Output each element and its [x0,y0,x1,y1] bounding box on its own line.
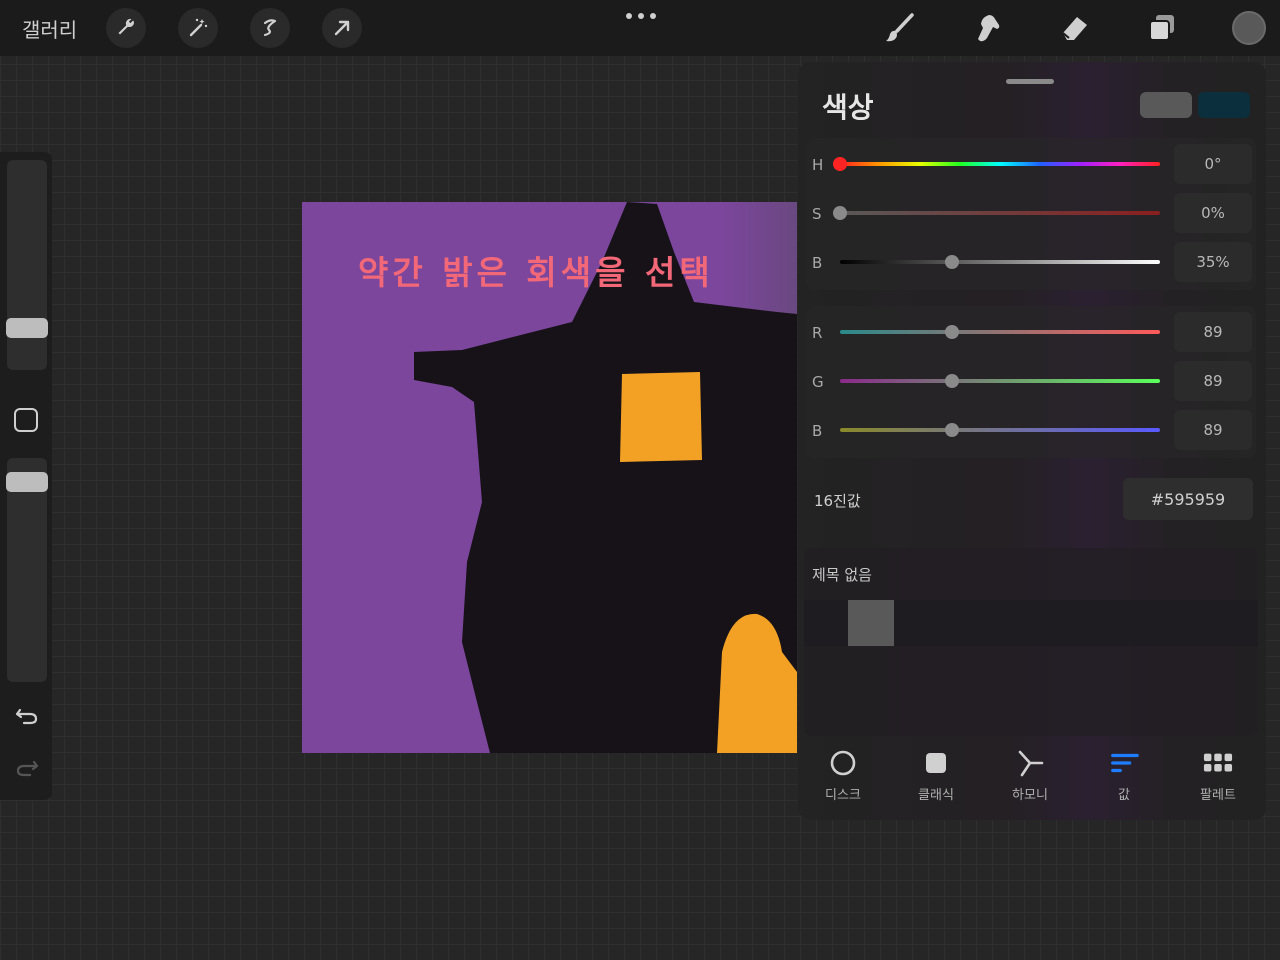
tab-harmony[interactable]: 하모니 [995,748,1065,803]
actions-button[interactable] [106,8,146,48]
panel-grabber[interactable] [1006,79,1054,84]
previous-color-swatch[interactable] [1198,92,1250,118]
brightness-slider[interactable] [840,255,1160,269]
dot-icon [638,13,644,19]
gallery-button[interactable]: 갤러리 [22,14,77,43]
red-slider[interactable] [840,325,1160,339]
color-panel: 색상 H 0° S 0% B 35% R 89 G 89 B 89 16진값 #… [798,62,1266,820]
color-button[interactable] [1232,11,1266,45]
brush-tool-button[interactable] [880,8,920,48]
harmony-icon [1018,750,1044,777]
magic-wand-icon [189,18,208,37]
dot-icon [650,13,656,19]
hue-label: H [812,156,824,174]
wrench-icon [118,18,135,35]
green-slider[interactable] [840,374,1160,388]
hex-input[interactable]: #595959 [1123,478,1253,520]
palette-name[interactable]: 제목 없음 [812,564,872,585]
eraser-icon [1062,17,1087,40]
layers-button[interactable] [1142,8,1182,48]
value-sliders-icon [1111,753,1139,773]
saturation-slider-knob[interactable] [833,206,847,220]
modify-button[interactable] [14,408,38,432]
panel-title: 색상 [822,91,874,124]
undo-icon[interactable] [14,702,40,728]
classic-square-icon [926,753,946,773]
brightness-label: B [812,254,823,272]
top-toolbar: 갤러리 [0,0,1280,56]
palette-grid-icon [1203,753,1233,772]
tab-value[interactable]: 값 [1089,748,1159,803]
saturation-label: S [812,205,822,223]
blue-slider-knob[interactable] [945,423,959,437]
layers-icon [1149,15,1174,41]
brush-size-thumb[interactable] [6,318,48,338]
eraser-tool-button[interactable] [1054,8,1094,48]
saturation-slider[interactable] [833,206,1160,220]
palette-swatch[interactable] [848,600,894,646]
left-sidebar [0,152,52,800]
green-slider-knob[interactable] [945,374,959,388]
smudge-tool-button[interactable] [966,8,1006,48]
adjustments-button[interactable] [178,8,218,48]
green-value[interactable]: 89 [1174,361,1252,401]
opacity-thumb[interactable] [6,472,48,492]
redo-icon[interactable] [14,754,40,780]
tab-label: 하모니 [1012,788,1048,803]
hex-label: 16진값 [814,492,861,510]
smudge-icon [978,15,1000,42]
brightness-slider-knob[interactable] [945,255,959,269]
dot-icon [626,13,632,19]
tab-label: 클래식 [918,788,954,803]
canvas-annotation: 약간 밝은 회색을 선택 [358,253,714,292]
hsb-sliders-card: H 0° S 0% B 35% [806,138,1256,290]
more-options-button[interactable] [626,13,656,21]
blue-label: B [812,422,823,440]
rgb-sliders-card: R 89 G 89 B 89 [806,306,1256,458]
brush-icon [886,13,914,42]
tab-disc[interactable]: 디스크 [808,748,878,803]
selection-button[interactable] [250,8,290,48]
opacity-slider[interactable] [6,458,48,682]
saturation-value[interactable]: 0% [1174,193,1252,233]
tab-classic[interactable]: 클래식 [901,748,971,803]
blue-value[interactable]: 89 [1174,410,1252,450]
red-value[interactable]: 89 [1174,312,1252,352]
disc-icon [830,750,856,776]
hue-value[interactable]: 0° [1174,144,1252,184]
hue-slider-knob[interactable] [833,157,847,171]
current-color-swatch[interactable] [1140,92,1192,118]
red-slider-knob[interactable] [945,325,959,339]
tab-label: 값 [1118,788,1130,803]
brightness-value[interactable]: 35% [1174,242,1252,282]
tab-label: 팔레트 [1200,788,1236,803]
green-label: G [812,373,824,391]
palette-section: 제목 없음 [804,548,1258,736]
transform-button[interactable] [322,8,362,48]
tab-palettes[interactable]: 팔레트 [1183,748,1253,803]
brush-size-slider[interactable] [6,160,48,370]
color-mode-tabs: 디스크 클래식 하모니 값 팔레트 [798,748,1266,808]
blue-slider[interactable] [840,423,1160,437]
transform-arrow-icon [334,20,350,36]
red-label: R [812,324,823,342]
tab-label: 디스크 [825,788,861,803]
selection-icon [263,19,277,37]
hue-slider[interactable] [833,157,1160,171]
